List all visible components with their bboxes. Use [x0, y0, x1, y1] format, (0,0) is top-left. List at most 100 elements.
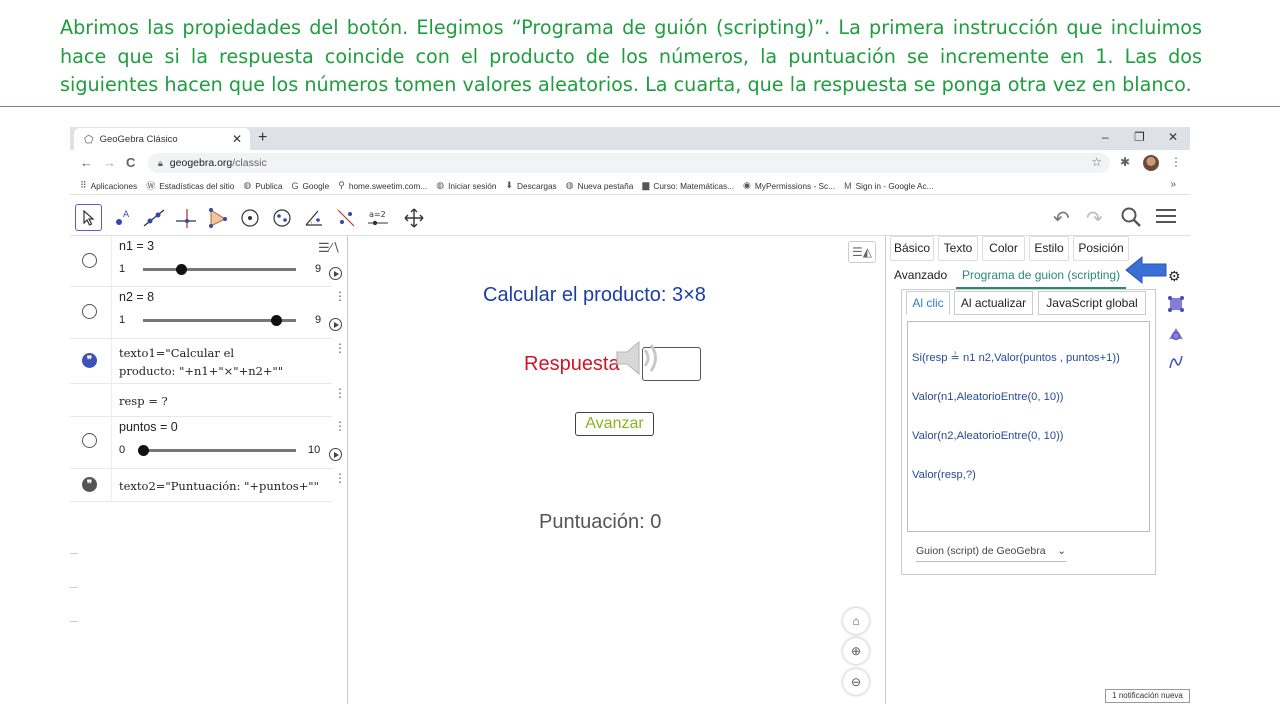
- bookmark-item[interactable]: ⬇ Descargas: [506, 180, 557, 191]
- respuesta-label: Respuesta: [524, 353, 620, 375]
- n2-play-icon[interactable]: [329, 318, 342, 331]
- puntos-slider-knob[interactable]: [137, 445, 149, 456]
- minimize-button[interactable]: –: [1102, 130, 1109, 144]
- tab-geogebra[interactable]: ⬠ GeoGebra Clásico ✕: [74, 128, 250, 150]
- undo-icon[interactable]: ↶: [1053, 206, 1070, 231]
- lock-icon: 🔒︎: [158, 157, 163, 168]
- subtab-javascript-global[interactable]: JavaScript global: [1038, 291, 1146, 315]
- bookmark-item[interactable]: G Google: [291, 181, 329, 191]
- line-tool-icon[interactable]: [140, 204, 167, 231]
- forward-button[interactable]: →: [103, 155, 116, 170]
- row-menu-icon[interactable]: ⋮: [334, 386, 346, 400]
- ellipse-tool-icon[interactable]: [268, 204, 295, 231]
- maximize-button[interactable]: ❐: [1134, 130, 1145, 144]
- text-quote-icon[interactable]: ❞: [82, 477, 97, 492]
- algebra-row-texto1[interactable]: ❞ texto1="Calcular el producto: "+n1+"×"…: [70, 339, 346, 384]
- script-language-select[interactable]: Guion (script) de GeoGebra ⌄: [916, 545, 1066, 562]
- circle-tool-icon[interactable]: [236, 204, 263, 231]
- texto1-line1: texto1="Calcular el: [119, 346, 235, 360]
- visibility-toggle-icon[interactable]: [82, 253, 97, 268]
- text-quote-icon[interactable]: ❞: [82, 353, 97, 368]
- bookmark-item[interactable]: ⠿ Aplicaciones: [80, 180, 137, 191]
- point-tool-icon[interactable]: A: [108, 204, 135, 231]
- n1-slider-knob[interactable]: [175, 264, 187, 275]
- bookmark-item[interactable]: ◍ Publica: [243, 180, 282, 191]
- score-text: Puntuación: 0: [539, 511, 662, 533]
- tab-estilo[interactable]: Estilo: [1029, 236, 1069, 261]
- product-question-text: Calcular el producto: 3×8: [483, 284, 706, 306]
- n1-slider-track[interactable]: [143, 268, 296, 271]
- pointer-arrow-icon: [1125, 255, 1167, 285]
- extensions-icon[interactable]: ✱: [1120, 155, 1130, 169]
- bookmarks-more-icon[interactable]: »: [1170, 179, 1176, 190]
- reflect-tool-icon[interactable]: [332, 204, 359, 231]
- algebra-row-n2[interactable]: n2 = 8 ⋮ 1 9: [70, 287, 346, 339]
- tab-close-icon[interactable]: ✕: [232, 132, 242, 146]
- script-line: Valor(resp,?): [912, 469, 976, 481]
- close-window-button[interactable]: ✕: [1168, 130, 1178, 144]
- visibility-toggle-icon[interactable]: [82, 433, 97, 448]
- geogebra-toolbar: A a=2 ↶ ↷: [70, 198, 1190, 236]
- zoom-in-icon[interactable]: ⊕: [843, 638, 869, 664]
- browser-menu-icon[interactable]: ⋮: [1170, 155, 1182, 169]
- graphics-view-icon[interactable]: [1168, 296, 1184, 315]
- row-menu-icon[interactable]: ⋮: [334, 341, 346, 355]
- new-tab-button[interactable]: +: [258, 129, 267, 147]
- graphics-stylebar-icon[interactable]: ☰◭: [848, 241, 876, 263]
- home-icon[interactable]: ⌂: [843, 608, 869, 634]
- angle-tool-icon[interactable]: [300, 204, 327, 231]
- row-marker: [70, 384, 112, 416]
- bookmark-item[interactable]: M Sign in - Google Ac...: [844, 181, 933, 191]
- n2-slider-knob[interactable]: [271, 315, 283, 326]
- perpendicular-tool-icon[interactable]: [172, 204, 199, 231]
- algebra-row-texto2[interactable]: ❞ texto2="Puntuación: "+puntos+"" ⋮: [70, 469, 346, 502]
- graphics-view[interactable]: ☰◭ Calcular el producto: 3×8 Respuesta A…: [353, 236, 883, 704]
- subtab-al-actualizar[interactable]: Al actualizar: [954, 291, 1033, 315]
- url-bar[interactable]: 🔒︎ geogebra.org/classic ☆: [148, 153, 1110, 173]
- tab-texto[interactable]: Texto: [938, 236, 978, 261]
- slider-tool-icon[interactable]: a=2: [364, 204, 391, 231]
- notification-badge[interactable]: 1 notificación nueva: [1105, 689, 1190, 703]
- bookmark-label: Sign in - Google Ac...: [855, 180, 934, 191]
- avatar[interactable]: [1143, 155, 1159, 171]
- bookmark-item[interactable]: ◉ MyPermissions - Sc...: [743, 180, 835, 191]
- bookmark-item[interactable]: Ⓦ Estadísticas del sitio: [146, 179, 234, 192]
- redo-icon[interactable]: ↷: [1086, 206, 1103, 231]
- puntos-slider-track[interactable]: [143, 449, 296, 452]
- zoom-out-icon[interactable]: ⊖: [843, 669, 869, 695]
- tab-posicion[interactable]: Posición: [1073, 236, 1129, 261]
- back-button[interactable]: ←: [80, 155, 93, 170]
- subtab-al-clic[interactable]: Al clic: [906, 291, 950, 315]
- bookmark-item[interactable]: ◍ Nueva pestaña: [566, 180, 634, 191]
- row-menu-icon[interactable]: ⋮: [334, 419, 346, 433]
- wordpress-icon: Ⓦ: [146, 181, 156, 191]
- bookmark-star-icon[interactable]: ☆: [1091, 155, 1102, 169]
- n1-play-icon[interactable]: [329, 267, 342, 280]
- move-tool-icon[interactable]: [75, 204, 102, 231]
- visibility-toggle-icon[interactable]: [82, 304, 97, 319]
- move-graphics-tool-icon[interactable]: [400, 204, 427, 231]
- polygon-tool-icon[interactable]: [204, 204, 231, 231]
- geometry-icon[interactable]: [1168, 326, 1184, 345]
- bookmark-item[interactable]: ◍ Iniciar sesión: [436, 180, 496, 191]
- puntos-play-icon[interactable]: [329, 448, 342, 461]
- bookmark-item[interactable]: ⚲ home.sweetim.com...: [338, 180, 427, 191]
- row-menu-icon[interactable]: ⋮: [334, 289, 346, 303]
- tab-avanzado[interactable]: Avanzado: [894, 268, 947, 282]
- reload-button[interactable]: C: [126, 155, 135, 170]
- tab-basico[interactable]: Básico: [890, 236, 934, 261]
- avanzar-button[interactable]: Avanzar: [575, 412, 654, 436]
- hamburger-menu-icon[interactable]: [1155, 206, 1177, 232]
- bookmark-label: Descargas: [517, 180, 557, 191]
- geogebra-favicon-icon: ⬠: [84, 133, 94, 146]
- settings-gear-icon[interactable]: ⚙: [1168, 268, 1181, 285]
- search-icon[interactable]: [1120, 206, 1142, 234]
- function-graph-icon[interactable]: [1168, 354, 1184, 373]
- bookmark-item[interactable]: ▆ Curso: Matemáticas...: [642, 180, 734, 191]
- row-menu-icon[interactable]: ⋮: [334, 471, 346, 485]
- algebra-row-n1[interactable]: n1 = 3 1 9: [70, 236, 342, 287]
- algebra-row-resp[interactable]: resp = ? ⋮: [70, 384, 346, 417]
- tab-color[interactable]: Color: [982, 236, 1025, 261]
- algebra-row-puntos[interactable]: puntos = 0 ⋮ 0 10: [70, 417, 346, 469]
- tab-scripting[interactable]: Programa de guion (scripting): [962, 268, 1120, 282]
